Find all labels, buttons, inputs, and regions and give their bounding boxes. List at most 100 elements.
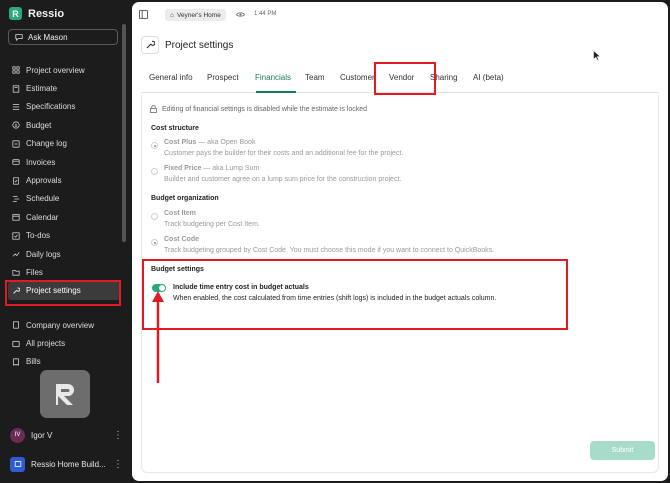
sidebar-item-label: Calendar	[26, 212, 59, 222]
sidebar-item-schedule[interactable]: Schedule	[8, 190, 120, 208]
sidebar-item-label: Estimate	[26, 84, 58, 94]
option-title: Cost Plus — aka Open Book	[164, 139, 255, 146]
budget-organization-heading: Budget organization	[151, 195, 219, 202]
sidebar-item-all-projects[interactable]: All projects	[8, 334, 120, 352]
annotation-arrow	[152, 291, 164, 383]
ressio-logo-icon	[40, 370, 90, 418]
folder-icon	[12, 268, 20, 277]
page-header: Project settings	[141, 36, 233, 54]
list-icon	[12, 103, 20, 111]
option-name: Cost Item	[164, 210, 196, 217]
option-name: Fixed Price	[164, 165, 202, 172]
home-icon: ⌂	[170, 11, 174, 19]
toggle-sidebar-icon[interactable]	[139, 10, 148, 19]
user-menu[interactable]: IV Igor V ⋮	[10, 426, 123, 444]
svg-text:$: $	[15, 123, 18, 129]
sidebar-item-label: To-dos	[26, 231, 51, 241]
more-options-icon[interactable]: ⋮	[113, 459, 123, 470]
ask-mason-label: Ask Mason	[28, 32, 68, 42]
sidebar-item-label: Change log	[26, 139, 67, 149]
org-name: Ressio Home Build...	[31, 459, 106, 469]
option-title: Fixed Price — aka Lump Sum	[164, 165, 259, 172]
option-description: Track budgeting per Cost Item.	[164, 221, 260, 228]
tab-financials[interactable]: Financials	[255, 73, 291, 82]
schedule-icon	[12, 195, 20, 203]
radio-cost-code[interactable]	[151, 239, 158, 246]
building-icon	[12, 321, 20, 329]
sidebar-item-label: Project overview	[26, 65, 85, 75]
tab-team[interactable]: Team	[305, 73, 325, 82]
page-title: Project settings	[165, 39, 234, 51]
sidebar-scrollbar[interactable]	[122, 24, 126, 242]
highlight-box-budget-settings	[142, 259, 568, 330]
sidebar-item-project-overview[interactable]: Project overview	[8, 61, 120, 79]
invoice-icon	[12, 158, 20, 166]
submit-button[interactable]: Submit	[590, 441, 655, 460]
workspace-breadcrumb[interactable]: ⌂ Veyner's Home	[165, 9, 226, 21]
option-name: Cost Code	[164, 236, 199, 243]
option-title: Cost Code	[164, 236, 199, 243]
sidebar-item-specifications[interactable]: Specifications	[8, 98, 120, 116]
grid-icon	[12, 66, 20, 74]
option-aka: — aka Open Book	[196, 139, 256, 146]
workspace-name: Veyner's Home	[176, 11, 221, 19]
tab-general-info[interactable]: General info	[149, 73, 193, 82]
ressio-logo-icon: R	[9, 7, 22, 20]
highlight-box-project-settings	[5, 280, 121, 306]
option-description: Builder and customer agree on a lump sum…	[164, 176, 402, 183]
checklist-icon	[12, 232, 20, 240]
radio-fixed-price[interactable]	[151, 168, 158, 175]
calendar-icon	[12, 213, 20, 221]
calculator-icon	[12, 84, 20, 93]
option-title: Cost Item	[164, 210, 196, 217]
brand[interactable]: R Ressio	[9, 7, 64, 20]
ask-mason-button[interactable]: Ask Mason	[8, 29, 118, 45]
sidebar: R Ressio Ask Mason Project overview Esti…	[0, 0, 130, 483]
sidebar-item-label: Daily logs	[26, 249, 61, 259]
sidebar-item-calendar[interactable]: Calendar	[8, 208, 120, 226]
projects-icon	[12, 340, 20, 348]
brand-name: Ressio	[28, 7, 65, 20]
tab-customer[interactable]: Customer	[340, 73, 375, 82]
organization-icon	[10, 456, 25, 472]
org-switcher[interactable]: Ressio Home Build... ⋮	[10, 455, 123, 473]
sidebar-item-label: Specifications	[26, 102, 76, 112]
option-aka: — aka Lump Sum	[201, 165, 260, 172]
more-options-icon[interactable]: ⋮	[113, 430, 123, 441]
sidebar-secondary-nav: Company overview All projects Bills	[8, 316, 120, 371]
sidebar-item-label: Schedule	[26, 194, 60, 204]
avatar: IV	[10, 427, 25, 443]
sidebar-item-budget[interactable]: $ Budget	[8, 116, 120, 134]
sidebar-item-files[interactable]: Files	[8, 263, 120, 281]
sidebar-item-to-dos[interactable]: To-dos	[8, 227, 120, 245]
tab-ai-beta[interactable]: AI (beta)	[473, 73, 504, 82]
radio-cost-plus[interactable]	[151, 142, 158, 149]
sidebar-item-label: Invoices	[26, 157, 56, 167]
change-log-icon	[12, 140, 20, 148]
bills-icon	[12, 358, 20, 366]
sidebar-item-invoices[interactable]: Invoices	[8, 153, 120, 171]
sidebar-item-change-log[interactable]: Change log	[8, 135, 120, 153]
chat-icon	[15, 34, 23, 41]
cost-structure-heading: Cost structure	[151, 125, 199, 132]
sidebar-item-label: Company overview	[26, 320, 95, 330]
sidebar-item-bills[interactable]: Bills	[8, 353, 120, 371]
sidebar-item-daily-logs[interactable]: Daily logs	[8, 245, 120, 263]
highlight-box-financials-tab	[374, 62, 436, 95]
eye-icon[interactable]	[236, 11, 245, 18]
sidebar-item-approvals[interactable]: Approvals	[8, 171, 120, 189]
sidebar-item-label: Budget	[26, 120, 52, 130]
user-name: Igor V	[31, 430, 53, 440]
active-tab-indicator	[256, 91, 296, 93]
lock-notice-text: Editing of financial settings is disable…	[162, 105, 368, 113]
radio-cost-item[interactable]	[151, 213, 158, 220]
sidebar-item-label: All projects	[26, 339, 66, 349]
approval-icon	[12, 176, 20, 185]
tab-prospect[interactable]: Prospect	[207, 73, 239, 82]
lock-icon	[150, 105, 157, 113]
sidebar-item-estimate[interactable]: Estimate	[8, 79, 120, 97]
option-description: Track budgeting grouped by Cost Code. Yo…	[164, 247, 495, 254]
sidebar-item-company-overview[interactable]: Company overview	[8, 316, 120, 334]
main-panel: ⌂ Veyner's Home 1:44 PM Project settings…	[132, 2, 668, 481]
wrench-icon	[141, 36, 159, 54]
